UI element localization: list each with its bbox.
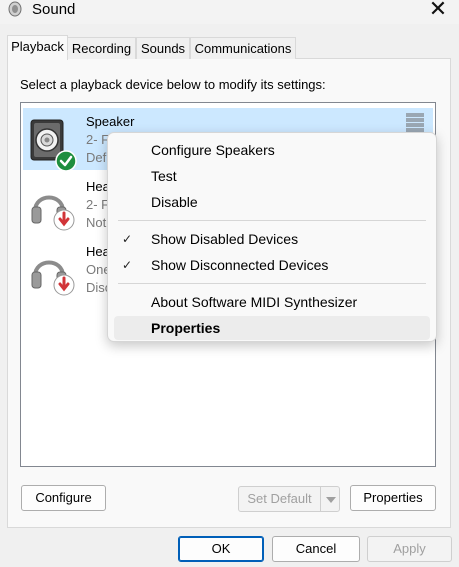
window-title: Sound (32, 1, 76, 18)
close-icon: ✕ (428, 0, 448, 21)
ok-button[interactable]: OK (178, 536, 264, 562)
checkmark-icon: ✓ (122, 258, 133, 272)
tab-sounds[interactable]: Sounds (136, 37, 190, 59)
checkmark-icon: ✓ (122, 232, 133, 246)
device-status: Def (86, 150, 107, 165)
disconnected-arrow-icon (53, 274, 75, 296)
menu-item-test[interactable]: Test (114, 164, 430, 188)
apply-button[interactable]: Apply (367, 536, 452, 562)
menu-item-show-disconnected-devices[interactable]: ✓ Show Disconnected Devices (114, 253, 430, 277)
disconnected-arrow-icon (53, 209, 75, 231)
set-default-button[interactable]: Set Default (238, 486, 321, 512)
device-status: Not (86, 215, 107, 230)
cancel-button[interactable]: Cancel (272, 536, 360, 562)
menu-item-show-disabled-devices[interactable]: ✓ Show Disabled Devices (114, 227, 430, 251)
menu-item-label: Test (151, 168, 177, 184)
menu-separator (118, 283, 426, 284)
menu-item-label: Show Disabled Devices (151, 231, 299, 247)
menu-item-properties[interactable]: Properties (114, 316, 430, 340)
close-button[interactable]: ✕ (418, 0, 458, 21)
menu-item-label: Configure Speakers (151, 142, 275, 158)
menu-item-label: Disable (151, 194, 198, 210)
menu-item-about-midi-synth[interactable]: About Software MIDI Synthesizer (114, 290, 430, 314)
menu-item-label: Show Disconnected Devices (151, 257, 329, 273)
device-description: 2- F (86, 132, 110, 147)
device-description: 2- F (86, 197, 110, 212)
menu-item-configure-speakers[interactable]: Configure Speakers (114, 138, 430, 162)
menu-item-label: Properties (151, 320, 221, 336)
properties-button[interactable]: Properties (350, 485, 436, 511)
default-device-check-icon (55, 150, 77, 172)
sound-app-icon (8, 1, 22, 17)
menu-item-label: About Software MIDI Synthesizer (151, 294, 358, 310)
menu-separator (118, 220, 426, 221)
context-menu: Configure Speakers Test Disable ✓ Show D… (107, 132, 437, 342)
title-bar: Sound ✕ (0, 0, 459, 24)
menu-item-disable[interactable]: Disable (114, 190, 430, 214)
instruction-text: Select a playback device below to modify… (20, 77, 326, 92)
tab-playback[interactable]: Playback (7, 35, 68, 60)
configure-button[interactable]: Configure (21, 485, 106, 511)
set-default-dropdown-arrow[interactable] (320, 486, 340, 512)
tab-communications[interactable]: Communications (190, 37, 296, 59)
device-name: Speaker (86, 114, 135, 129)
tab-recording[interactable]: Recording (67, 37, 136, 59)
